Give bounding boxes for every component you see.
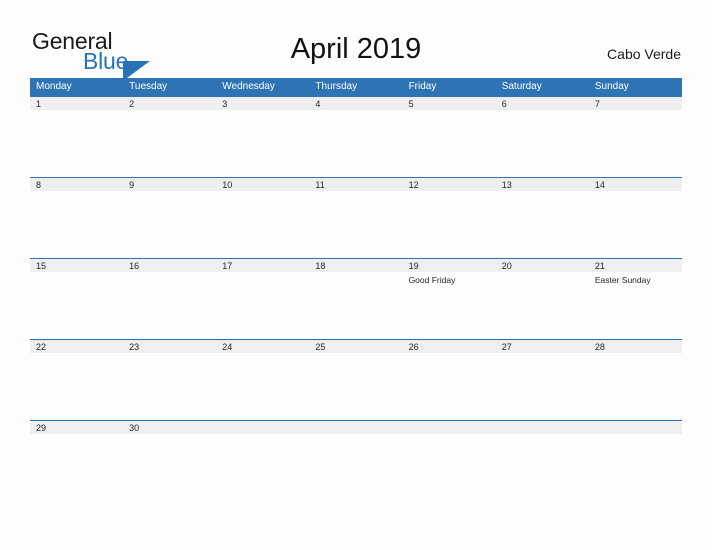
day-cell[interactable]: 23 (123, 340, 216, 420)
week-row: 15 16 17 18 19 Good Friday 20 21 Easter … (30, 258, 682, 339)
day-number: 2 (129, 99, 135, 109)
day-number: 20 (501, 261, 512, 271)
weekday-header-saturday: Saturday (501, 81, 542, 92)
day-cell[interactable]: 12 (403, 178, 496, 258)
day-number: 17 (222, 261, 233, 271)
day-number: 19 (408, 261, 419, 271)
day-cell[interactable]: 28 (589, 340, 682, 420)
day-cell[interactable]: 15 (30, 259, 123, 339)
day-cell-empty (496, 421, 589, 501)
day-number: 9 (129, 180, 135, 190)
weekday-header-tuesday: Tuesday (129, 81, 168, 92)
day-cell[interactable]: 26 (403, 340, 496, 420)
day-number: 18 (315, 261, 326, 271)
week-row: 29 30 (30, 420, 682, 501)
day-number: 24 (222, 342, 233, 352)
weekday-header-wednesday: Wednesday (222, 81, 275, 92)
day-cell[interactable]: 9 (123, 178, 216, 258)
day-cell[interactable]: 14 (589, 178, 682, 258)
day-number: 7 (594, 99, 600, 109)
day-number: 22 (36, 342, 47, 352)
day-number: 6 (501, 99, 507, 109)
weekday-header-row: Monday Tuesday Wednesday Thursday Friday… (30, 78, 682, 96)
day-cell[interactable]: 6 (496, 97, 589, 177)
day-number: 13 (501, 180, 512, 190)
weekday-header-thursday: Thursday (315, 81, 358, 92)
page-header: General Blue April 2019 Cabo Verde (0, 0, 712, 81)
day-number: 11 (315, 180, 325, 190)
day-number: 15 (36, 261, 47, 271)
day-cell[interactable]: 20 (496, 259, 589, 339)
day-event: Good Friday (408, 275, 456, 285)
day-cell[interactable]: 3 (216, 97, 309, 177)
day-number: 23 (129, 342, 140, 352)
day-cell[interactable]: 24 (216, 340, 309, 420)
day-event: Easter Sunday (594, 275, 651, 285)
day-number: 27 (501, 342, 512, 352)
week-row: 22 23 24 25 26 27 28 (30, 339, 682, 420)
day-number: 16 (129, 261, 140, 271)
day-number: 28 (594, 342, 605, 352)
day-cell-empty (589, 421, 682, 501)
day-cell-empty (309, 421, 402, 501)
day-cell[interactable]: 4 (309, 97, 402, 177)
day-number: 12 (408, 180, 419, 190)
day-cell-empty (403, 421, 496, 501)
day-cell-holiday[interactable]: 21 Easter Sunday (589, 259, 682, 339)
day-number: 26 (408, 342, 419, 352)
calendar-grid: Monday Tuesday Wednesday Thursday Friday… (30, 78, 682, 501)
day-cell[interactable]: 1 (30, 97, 123, 177)
day-cell[interactable]: 27 (496, 340, 589, 420)
day-cell[interactable]: 25 (309, 340, 402, 420)
day-number: 10 (222, 180, 233, 190)
day-cell[interactable]: 8 (30, 178, 123, 258)
day-cell-empty (216, 421, 309, 501)
day-number: 30 (129, 423, 140, 433)
day-cell[interactable]: 17 (216, 259, 309, 339)
day-number: 4 (315, 99, 321, 109)
day-cell[interactable]: 30 (123, 421, 216, 501)
day-number: 3 (222, 99, 228, 109)
day-cell[interactable]: 7 (589, 97, 682, 177)
day-number: 1 (36, 99, 42, 109)
day-number: 21 (594, 261, 605, 271)
week-row: 8 9 10 11 12 13 14 (30, 177, 682, 258)
day-cell[interactable]: 18 (309, 259, 402, 339)
day-cell[interactable]: 11 (309, 178, 402, 258)
region-label: Cabo Verde (607, 46, 681, 62)
day-cell[interactable]: 16 (123, 259, 216, 339)
day-cell[interactable]: 29 (30, 421, 123, 501)
day-number: 8 (36, 180, 42, 190)
day-number: 25 (315, 342, 326, 352)
weekday-header-friday: Friday (408, 81, 437, 92)
day-number: 29 (36, 423, 47, 433)
day-cell[interactable]: 13 (496, 178, 589, 258)
day-number: 14 (594, 180, 605, 190)
weekday-header-monday: Monday (36, 81, 72, 92)
week-row: 1 2 3 4 5 6 7 (30, 96, 682, 177)
day-cell[interactable]: 22 (30, 340, 123, 420)
day-cell-holiday[interactable]: 19 Good Friday (403, 259, 496, 339)
day-cell[interactable]: 2 (123, 97, 216, 177)
weekday-header-sunday: Sunday (594, 81, 629, 92)
day-number: 5 (408, 99, 414, 109)
day-cell[interactable]: 5 (403, 97, 496, 177)
page-title: April 2019 (290, 33, 422, 65)
day-cell[interactable]: 10 (216, 178, 309, 258)
